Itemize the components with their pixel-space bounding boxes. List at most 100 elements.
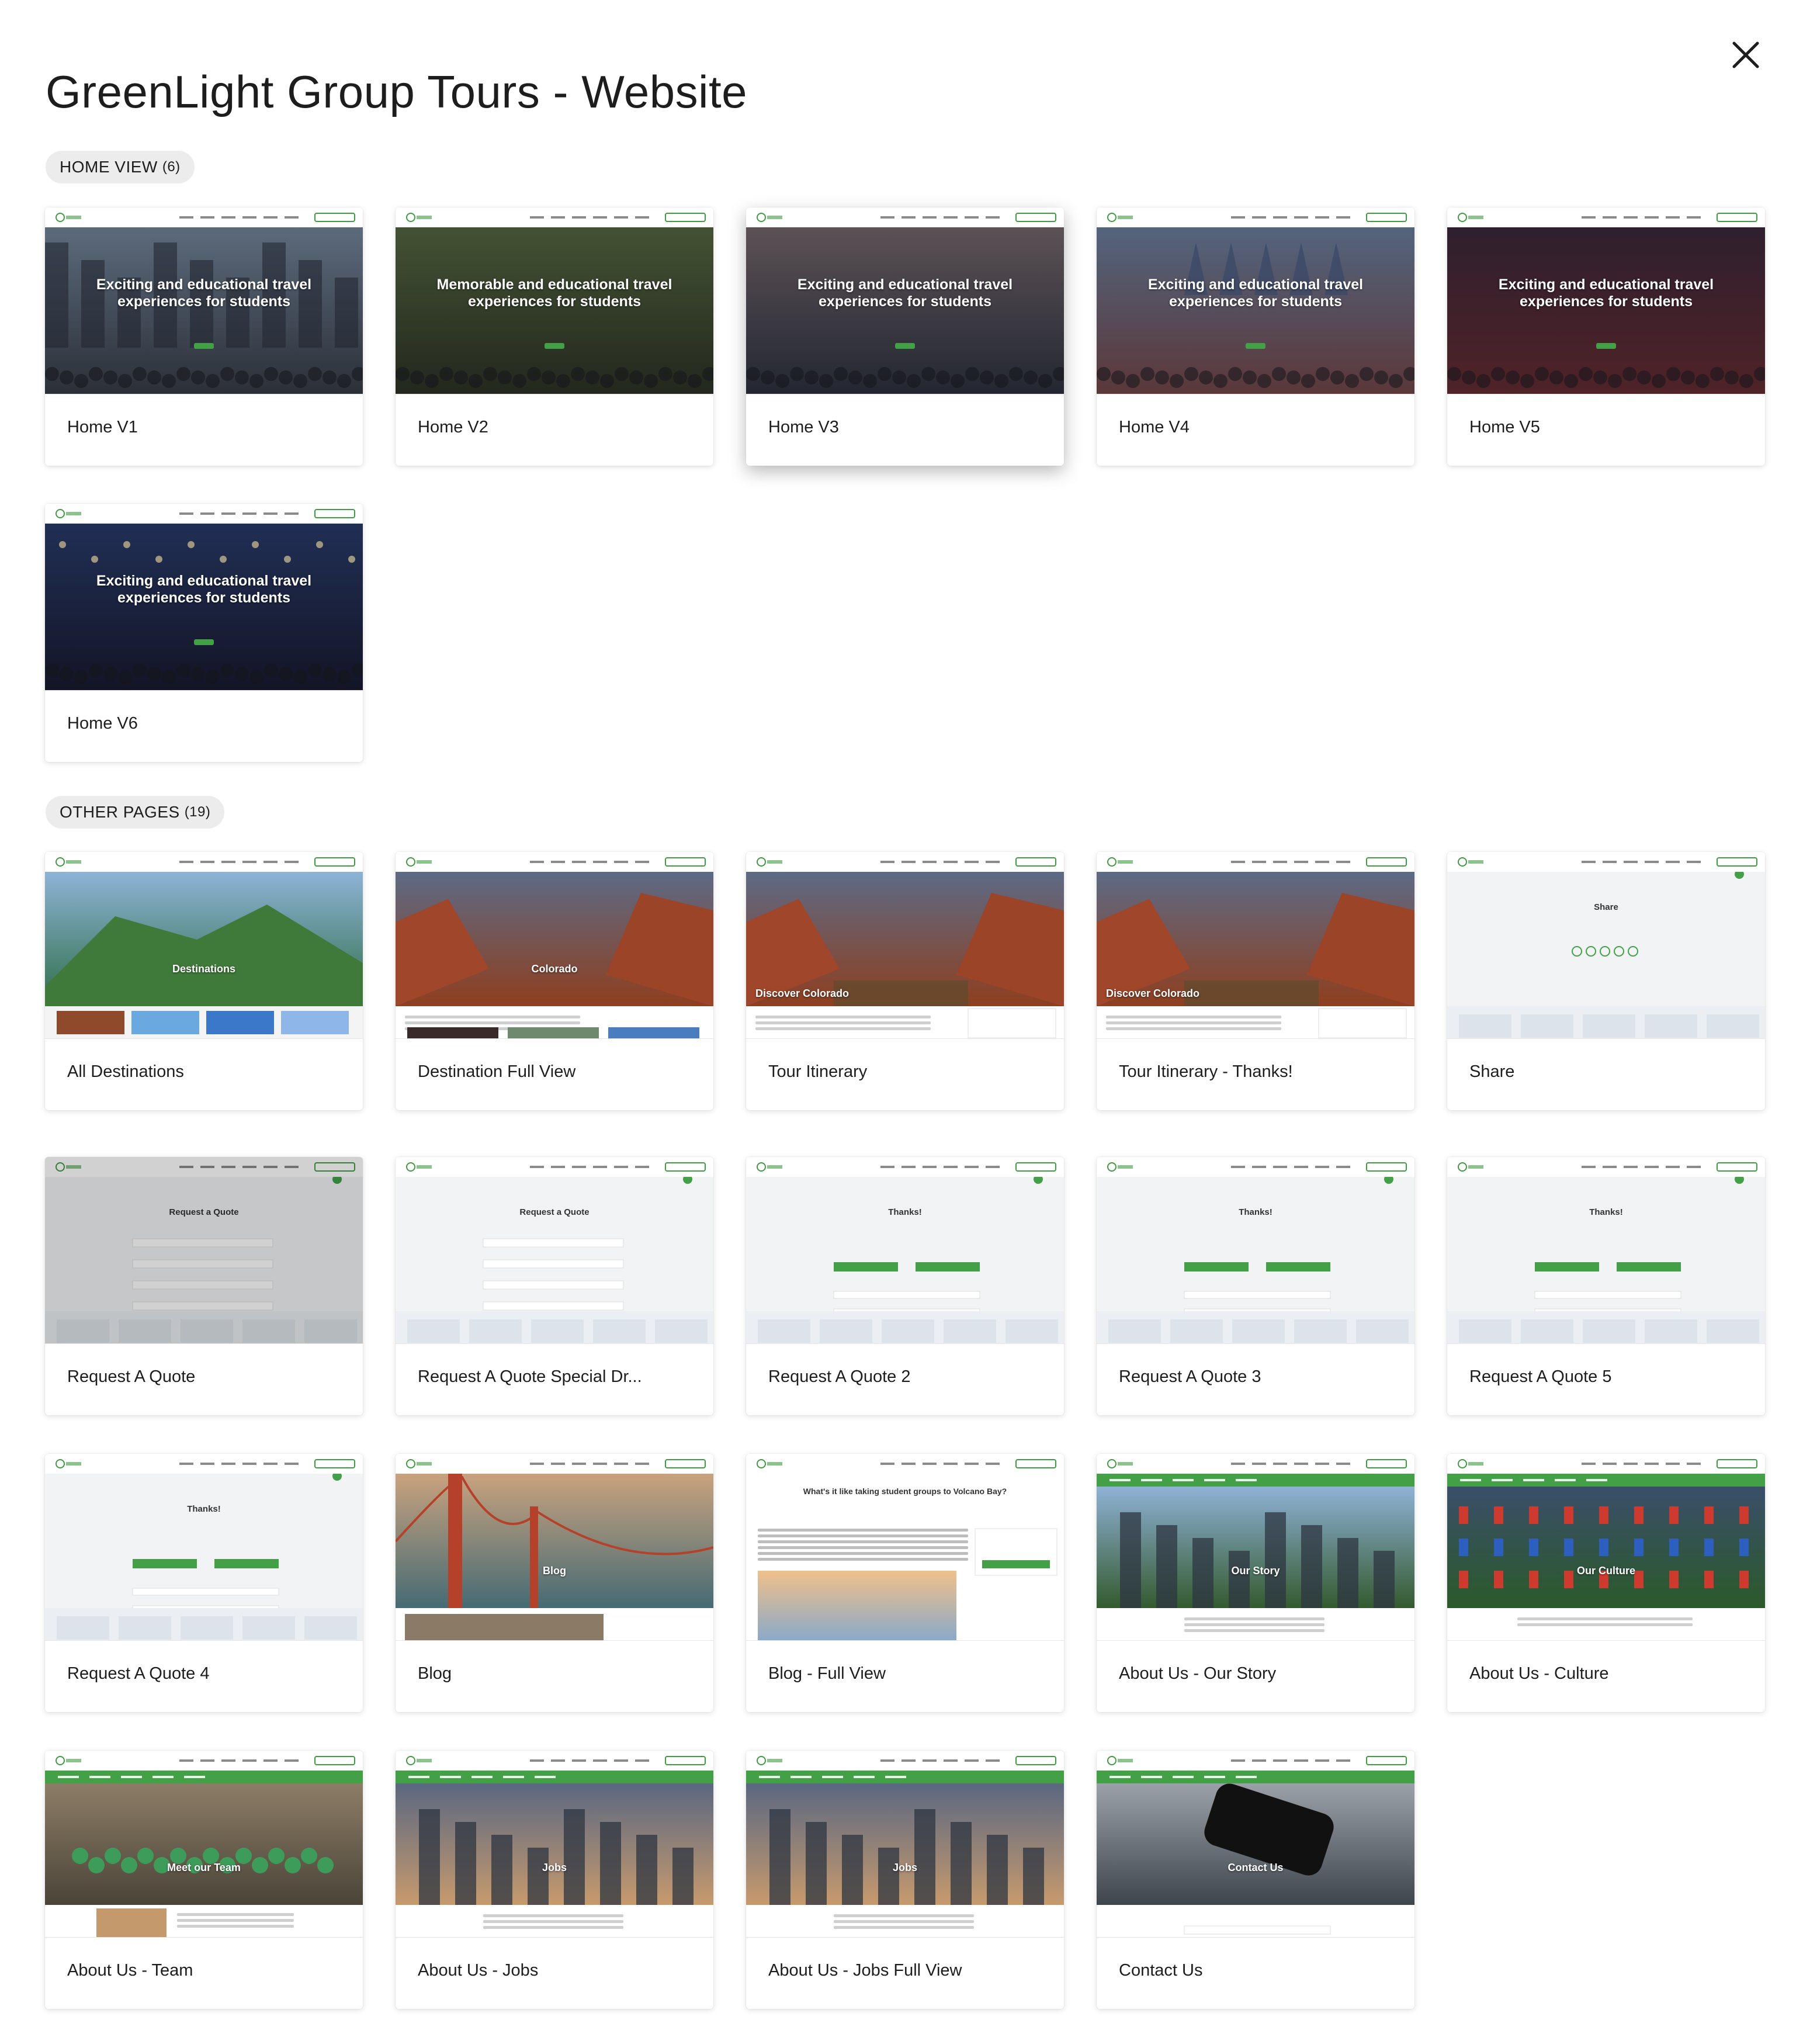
page-thumbnail: Colorado [396, 852, 713, 1039]
thumbnail-heading: Blog [543, 1565, 566, 1577]
page-card-label: About Us - Jobs Full View [768, 1961, 962, 1980]
thumbnail-heading: Exciting and educational travel experien… [96, 573, 312, 606]
thumbnail-heading: Meet our Team [167, 1862, 241, 1873]
page-thumbnail: Exciting and educational travel experien… [746, 207, 1064, 394]
page-card-label: Home V1 [67, 418, 138, 436]
page-card[interactable]: Destinations All Destinations [45, 852, 363, 1110]
page-thumbnail: Thanks! [45, 1454, 363, 1641]
thumbnail-heading: Our Culture [1576, 1565, 1635, 1577]
page-card-label: Blog [418, 1664, 452, 1683]
page-card-label: Request A Quote 2 [768, 1367, 911, 1386]
page-card[interactable]: Exciting and educational travel experien… [45, 504, 363, 762]
thumbnail-heading: Exciting and educational travel experien… [96, 276, 312, 310]
page-thumbnail: Our Culture [1447, 1454, 1765, 1641]
page-card[interactable]: Memorable and educational travel experie… [396, 207, 713, 466]
page-card-label: Blog - Full View [768, 1664, 886, 1683]
page-card[interactable]: Colorado Destination Full View [396, 852, 713, 1110]
page-thumbnail: Exciting and educational travel experien… [1097, 207, 1414, 394]
page-card[interactable]: Exciting and educational travel experien… [1097, 207, 1414, 466]
thumbnail-heading: Colorado [531, 963, 578, 975]
thumbnail-heading: Thanks! [187, 1504, 221, 1514]
page-card-label: Home V4 [1119, 418, 1190, 436]
thumbnail-heading: Thanks! [1589, 1207, 1623, 1217]
page-card-label: Request A Quote [67, 1367, 196, 1386]
page-card[interactable]: Our Culture About Us - Culture [1447, 1454, 1765, 1712]
page-card[interactable]: Jobs About Us - Jobs [396, 1751, 713, 2009]
hover-overlay [45, 1157, 363, 1343]
thumbnail-heading: Exciting and educational travel experien… [1498, 276, 1714, 310]
thumbnail-heading: Contact Us [1228, 1862, 1284, 1873]
thumbnail-heading: Memorable and educational travel experie… [436, 276, 672, 310]
page-card[interactable]: What's it like taking student groups to … [746, 1454, 1064, 1712]
page-card-label: Home V5 [1469, 418, 1540, 436]
page-thumbnail: Exciting and educational travel experien… [45, 504, 363, 691]
thumbnail-heading: Thanks! [888, 1207, 922, 1217]
page-card-label: Contact Us [1119, 1961, 1203, 1980]
page-card[interactable]: Discover Colorado Tour Itinerary [746, 852, 1064, 1110]
page-card[interactable]: Thanks! Request A Quote 3 [1097, 1157, 1414, 1415]
page-card[interactable]: Exciting and educational travel experien… [45, 207, 363, 466]
thumbnail-heading: Jobs [892, 1862, 917, 1873]
thumbnail-heading: Our Story [1231, 1565, 1280, 1577]
page-thumbnail: Request a Quote [45, 1157, 363, 1344]
thumbnail-heading: Discover Colorado [755, 988, 850, 999]
thumbnail-heading: Request a Quote [519, 1207, 590, 1217]
thumbnail-heading: Thanks! [1239, 1207, 1272, 1217]
page-card-label: Request A Quote 4 [67, 1664, 210, 1683]
page-card[interactable]: Request a Quote Request A Quote Special D… [396, 1157, 713, 1415]
thumbnail-heading: Discover Colorado [1106, 988, 1200, 999]
page-card-label: Tour Itinerary [768, 1062, 868, 1081]
page-card-label: Destination Full View [418, 1062, 576, 1081]
page-card-label: Home V6 [67, 714, 138, 733]
thumbnail-heading: Jobs [542, 1862, 567, 1873]
page-card[interactable]: Share Share [1447, 852, 1765, 1110]
thumbnail-heading: Exciting and educational travel experien… [1147, 276, 1364, 310]
page-thumbnail: Request a Quote [396, 1157, 713, 1344]
page-thumbnail: Memorable and educational travel experie… [396, 207, 713, 394]
page-card[interactable]: Discover Colorado Tour Itinerary - Thanks… [1097, 852, 1414, 1110]
page-card[interactable]: Thanks! Request A Quote 5 [1447, 1157, 1765, 1415]
page-card-label: Home V3 [768, 418, 839, 436]
page-card-label: Request A Quote 3 [1119, 1367, 1261, 1386]
page-thumbnail: Discover Colorado [746, 852, 1064, 1039]
page-thumbnail: Exciting and educational travel experien… [45, 207, 363, 394]
page-thumbnail: Jobs [396, 1751, 713, 1938]
page-thumbnail: Exciting and educational travel experien… [1447, 207, 1765, 394]
page-card[interactable]: Thanks! Request A Quote 4 [45, 1454, 363, 1712]
page-thumbnail: Jobs [746, 1751, 1064, 1938]
page-thumbnail: Discover Colorado [1097, 852, 1414, 1039]
thumbnail-heading: What's it like taking student groups to … [803, 1487, 1007, 1496]
page-card[interactable]: Our Story About Us - Our Story [1097, 1454, 1414, 1712]
card-grid: Exciting and educational travel experien… [0, 0, 1803, 2044]
page-thumbnail: Thanks! [1447, 1157, 1765, 1344]
page-thumbnail: Thanks! [746, 1157, 1064, 1344]
page-card-label: Request A Quote Special Dr... [418, 1367, 642, 1386]
page-thumbnail: What's it like taking student groups to … [746, 1454, 1064, 1641]
page-card-label: About Us - Jobs [418, 1961, 539, 1980]
page-card[interactable]: Blog Blog [396, 1454, 713, 1712]
page-card[interactable]: Exciting and educational travel experien… [746, 207, 1064, 466]
page-thumbnail: Our Story [1097, 1454, 1414, 1641]
thumbnail-heading: Share [1594, 902, 1618, 912]
page-card-label: Tour Itinerary - Thanks! [1119, 1062, 1293, 1081]
page-card-label: About Us - Our Story [1119, 1664, 1277, 1683]
page-card[interactable]: Contact Us Contact Us [1097, 1751, 1414, 2009]
page-thumbnail: Meet our Team [45, 1751, 363, 1938]
page-card[interactable]: Thanks! Request A Quote 2 [746, 1157, 1064, 1415]
page-thumbnail: Blog [396, 1454, 713, 1641]
page-card-label: All Destinations [67, 1062, 184, 1081]
thumbnail-heading: Destinations [172, 963, 236, 975]
page-thumbnail: Share [1447, 852, 1765, 1039]
page-card[interactable]: Exciting and educational travel experien… [1447, 207, 1765, 466]
page-card-label: About Us - Team [67, 1961, 193, 1980]
page-card-label: Share [1469, 1062, 1515, 1081]
page-card-label: About Us - Culture [1469, 1664, 1609, 1683]
page-thumbnail: Thanks! [1097, 1157, 1414, 1344]
page-card[interactable]: Meet our Team About Us - Team [45, 1751, 363, 2009]
page-card-label: Request A Quote 5 [1469, 1367, 1612, 1386]
page-thumbnail: Contact Us [1097, 1751, 1414, 1938]
page-card[interactable]: Request a Quote Request A Quote [45, 1157, 363, 1415]
page-card[interactable]: Jobs About Us - Jobs Full View [746, 1751, 1064, 2009]
page-card-label: Home V2 [418, 418, 488, 436]
page-thumbnail: Destinations [45, 852, 363, 1039]
